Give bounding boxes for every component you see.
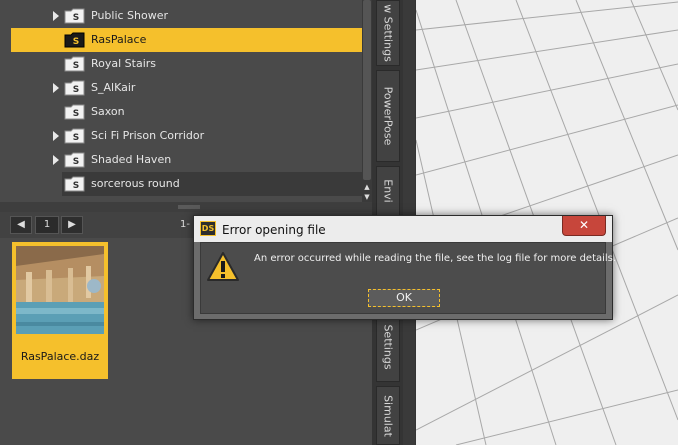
- page-range-text: 1-: [180, 219, 190, 230]
- expand-arrow-icon[interactable]: [53, 83, 59, 93]
- svg-text:S: S: [73, 85, 79, 95]
- tree-item-label: S_AlKair: [91, 81, 136, 94]
- svg-text:S: S: [73, 181, 79, 191]
- tab-label: Simulat: [381, 394, 395, 437]
- svg-text:S: S: [73, 61, 79, 71]
- folder-icon: S: [64, 128, 85, 144]
- tree-item-label: Public Shower: [91, 9, 169, 22]
- tab-label: PowerPose: [381, 86, 395, 146]
- expand-arrow-icon[interactable]: [53, 11, 59, 21]
- ok-button[interactable]: OK: [368, 289, 440, 307]
- folder-icon: S: [64, 32, 85, 48]
- folder-icon: S: [64, 80, 85, 96]
- tree-item[interactable]: S Public Shower: [0, 4, 362, 28]
- expand-arrow-icon[interactable]: [53, 131, 59, 141]
- tab-label: Envi: [381, 179, 395, 203]
- arrow-right-icon: ▶: [68, 219, 76, 230]
- tree-item-label: Shaded Haven: [91, 153, 172, 166]
- tab-draw-settings[interactable]: w Settings: [376, 0, 400, 66]
- tree-item-label: Sci Fi Prison Corridor: [91, 129, 205, 142]
- splitter-grip[interactable]: [178, 205, 200, 209]
- error-message: An error occurred while reading the file…: [254, 253, 617, 264]
- tab-powerpose[interactable]: PowerPose: [376, 70, 400, 162]
- asset-thumbnail[interactable]: [16, 246, 104, 334]
- svg-text:S: S: [73, 109, 79, 119]
- tree-item[interactable]: S Shaded Haven: [0, 148, 362, 172]
- folder-icon: S: [64, 104, 85, 120]
- arrow-left-icon: ◀: [17, 219, 25, 230]
- tab-label: w Settings: [381, 4, 395, 62]
- tab-simulation[interactable]: Simulat: [376, 386, 400, 445]
- tree-item[interactable]: S RasPalace: [11, 28, 362, 52]
- expand-arrow-icon[interactable]: [53, 155, 59, 165]
- tree-item[interactable]: S Saxon: [0, 100, 362, 124]
- tree-item[interactable]: S S_AlKair: [0, 76, 362, 100]
- tree-scrollbar-thumb[interactable]: [363, 0, 371, 180]
- tree-item[interactable]: Ssorcerous round: [62, 172, 362, 196]
- tree-item-label: RasPalace: [91, 33, 147, 46]
- folder-icon: S: [64, 152, 85, 168]
- warning-icon: [206, 251, 240, 283]
- next-page-button[interactable]: ▶: [61, 216, 83, 234]
- tab-settings[interactable]: Settings: [376, 312, 400, 382]
- tab-environment[interactable]: Envi: [376, 166, 400, 216]
- tree-item-label: Saxon: [91, 105, 125, 118]
- dialog-titlebar[interactable]: DS Error opening file ✕: [194, 216, 612, 242]
- error-dialog: DS Error opening file ✕ An error occurre…: [193, 215, 617, 320]
- folder-icon: S: [64, 56, 85, 72]
- close-button[interactable]: ✕: [562, 216, 606, 236]
- page-number-field[interactable]: 1: [35, 216, 59, 234]
- tab-label: Settings: [381, 324, 395, 370]
- app-icon: DS: [200, 221, 216, 236]
- dialog-title: Error opening file: [222, 223, 326, 237]
- svg-text:S: S: [73, 133, 79, 143]
- svg-text:S: S: [73, 13, 79, 23]
- folder-tree: S Public Shower S RasPalace S Royal Stairs S S_…: [0, 0, 362, 202]
- svg-text:S: S: [73, 37, 79, 47]
- close-icon: ✕: [578, 218, 590, 232]
- folder-icon: S: [64, 8, 85, 24]
- tree-scroll-arrows[interactable]: ▲ ▼: [362, 182, 372, 202]
- svg-text:S: S: [73, 157, 79, 167]
- app-window: S Public Shower S RasPalace S Royal Stairs S S_…: [0, 0, 678, 445]
- prev-page-button[interactable]: ◀: [10, 216, 32, 234]
- folder-icon: S: [64, 176, 85, 192]
- asset-label: RasPalace.daz: [20, 350, 100, 363]
- tree-item-label: sorcerous round: [91, 177, 180, 190]
- tree-item-label: Royal Stairs: [91, 57, 157, 70]
- tree-item[interactable]: S Royal Stairs: [0, 52, 362, 76]
- tree-item[interactable]: S Sci Fi Prison Corridor: [0, 124, 362, 148]
